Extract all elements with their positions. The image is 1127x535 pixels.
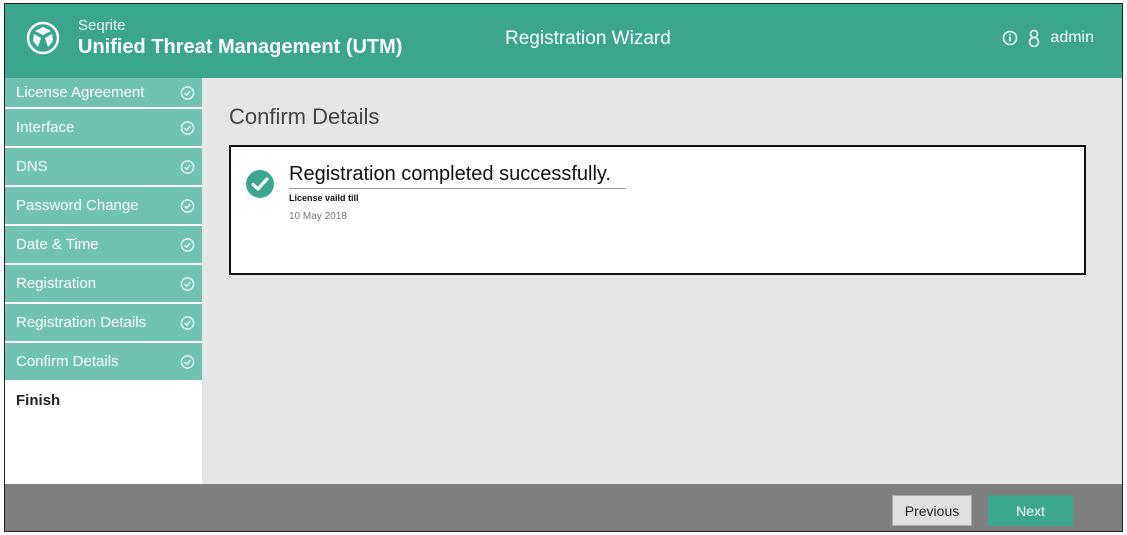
seqrite-logo-icon xyxy=(26,21,60,55)
step-label: License Agreement xyxy=(16,84,145,101)
check-circle-icon xyxy=(180,120,195,135)
step-interface[interactable]: Interface xyxy=(5,109,202,146)
step-label: DNS xyxy=(16,158,48,175)
previous-button[interactable]: Previous xyxy=(892,495,972,526)
step-license-agreement[interactable]: License Agreement xyxy=(5,78,202,107)
check-circle-icon xyxy=(180,315,195,330)
step-label: Registration xyxy=(16,275,97,292)
step-label: Password Change xyxy=(16,197,139,214)
success-message: Registration completed successfully. xyxy=(289,163,611,185)
app-window: Seqrite Unified Threat Management (UTM) … xyxy=(4,3,1123,532)
license-date: 10 May 2018 xyxy=(289,211,347,222)
step-date-time[interactable]: Date & Time xyxy=(5,226,202,263)
step-registration-details[interactable]: Registration Details xyxy=(5,304,202,341)
user-name[interactable]: admin xyxy=(1050,29,1094,47)
wizard-footer: Previous Next xyxy=(5,484,1122,531)
step-password-change[interactable]: Password Change xyxy=(5,187,202,224)
brand-name: Seqrite xyxy=(78,17,126,34)
step-finish[interactable]: Finish xyxy=(5,382,202,419)
step-registration[interactable]: Registration xyxy=(5,265,202,302)
step-label: Interface xyxy=(16,119,75,136)
next-button[interactable]: Next xyxy=(988,495,1073,526)
check-circle-icon xyxy=(180,354,195,369)
step-label: Registration Details xyxy=(16,314,147,331)
step-label: Confirm Details xyxy=(16,353,119,370)
check-circle-icon xyxy=(180,198,195,213)
wizard-title: Registration Wizard xyxy=(505,28,671,49)
info-icon[interactable] xyxy=(1002,30,1018,46)
user-icon[interactable] xyxy=(1026,29,1042,47)
check-circle-icon xyxy=(180,85,195,100)
step-label: Date & Time xyxy=(16,236,99,253)
confirmation-panel: Registration completed successfully. Lic… xyxy=(229,145,1086,275)
page-title: Confirm Details xyxy=(229,104,380,129)
check-circle-icon xyxy=(180,276,195,291)
check-circle-icon xyxy=(180,237,195,252)
divider xyxy=(289,188,626,189)
step-label: Finish xyxy=(16,392,61,409)
app-header: Seqrite Unified Threat Management (UTM) … xyxy=(5,4,1122,78)
wizard-steps-sidebar: License Agreement Interface DNS Password… xyxy=(5,78,202,488)
license-label: License vaild till xyxy=(289,193,359,203)
check-circle-icon xyxy=(180,159,195,174)
step-dns[interactable]: DNS xyxy=(5,148,202,185)
product-name: Unified Threat Management (UTM) xyxy=(78,36,403,58)
step-confirm-details[interactable]: Confirm Details xyxy=(5,343,202,380)
header-user-area: admin xyxy=(1002,29,1094,47)
success-check-icon xyxy=(246,170,274,198)
